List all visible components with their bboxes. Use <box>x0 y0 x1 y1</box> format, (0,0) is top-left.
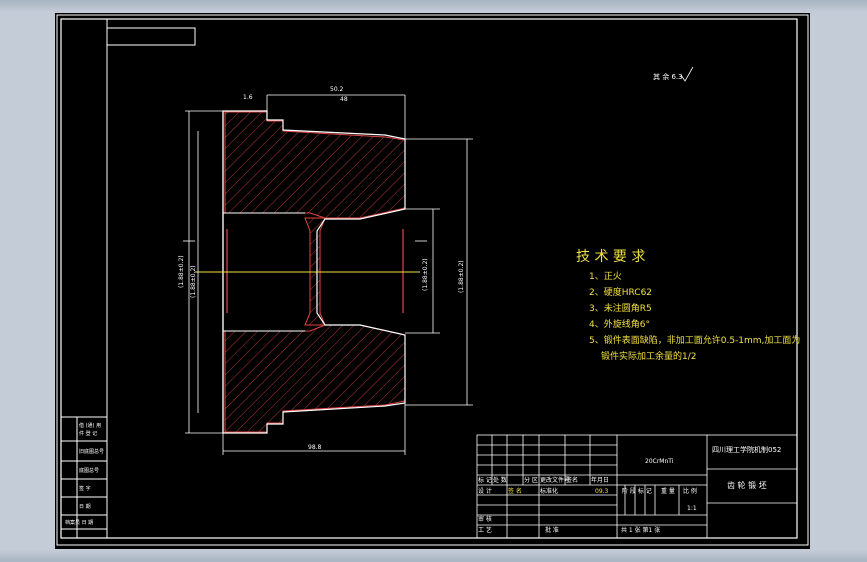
hdr-zone: 分 区 <box>524 476 538 484</box>
left-col-6: 日 期 <box>79 504 91 510</box>
drawing-sheet[interactable]: 借 (通) 用 件 登 记 旧底图总号 底图总号 签 字 日 期 档案员 日 期 <box>55 13 810 549</box>
left-col-7: 档案员 日 期 <box>65 519 93 526</box>
stage-mark: 阶 段 标 记 <box>622 487 652 495</box>
tech-title: 技 术 要 求 <box>576 249 645 265</box>
tech-requirements: 技 术 要 求 1、正火 2、硬度HRC62 3、未注圆角R5 4、外旋线角6°… <box>576 249 800 362</box>
tech-item-3: 3、未注圆角R5 <box>589 302 652 314</box>
hdr-mark: 标 记 <box>478 476 492 484</box>
left-col-5: 签 字 <box>79 485 91 492</box>
gear-blank-drawing: 借 (通) 用 件 登 记 旧底图总号 底图总号 签 字 日 期 档案员 日 期 <box>56 14 809 546</box>
dim-top-mid: 50.2 <box>330 86 344 93</box>
cad-viewport: 借 (通) 用 件 登 记 旧底图总号 底图总号 签 字 日 期 档案员 日 期 <box>0 0 867 562</box>
hdr-date: 年月日 <box>591 476 609 484</box>
dim-left-inner: (1.88±0.2) <box>190 265 197 298</box>
outer-frame <box>56 14 809 546</box>
tech-item-6: 锻件实际加工余量的1/2 <box>601 350 697 362</box>
code-box <box>106 27 196 46</box>
company: 四川理工学院机制052 <box>712 445 781 454</box>
part-name: 齿 轮 锻 坯 <box>727 480 767 490</box>
left-col-4: 底图总号 <box>79 467 99 474</box>
tech-item-4: 4、外旋线角6° <box>589 318 650 330</box>
stage-weight: 重 量 <box>661 487 675 495</box>
dim-left-outer: (1.88±0.2) <box>178 255 185 288</box>
stage-scale: 比 例 <box>683 487 697 495</box>
roughness-note: 其 余 6.3 <box>653 72 683 81</box>
approve: 批 准 <box>545 526 559 534</box>
row-design-sign: 签 名 <box>508 487 522 495</box>
hdr-count: 处 数 <box>493 476 507 484</box>
dim-right-inner: (1.88±0.2) <box>422 258 429 291</box>
title-block-text: 20CrMnTi 四川理工学院机制052 齿 轮 锻 坯 标 记 处 数 分 区… <box>478 445 781 534</box>
dim-top-left: 1.6 <box>243 94 253 101</box>
dim-right-outer: (1.88±0.2) <box>458 260 465 293</box>
left-col-3: 旧底图总号 <box>79 448 104 455</box>
lower-section <box>224 324 406 433</box>
left-col-2: 件 登 记 <box>79 430 97 437</box>
tech-item-5: 5、锻件表面缺陷，非加工面允许0.5-1mm,加工面为 <box>589 334 800 346</box>
row-std: 标准化 <box>540 487 558 495</box>
scale-value: 1:1 <box>687 505 697 512</box>
left-col-1: 借 (通) 用 <box>79 422 101 429</box>
tech-item-2: 2、硬度HRC62 <box>589 286 652 298</box>
roughness-icon <box>680 66 694 82</box>
sheet-info: 共 1 张 第1 张 <box>621 526 660 534</box>
inner-frame <box>60 18 798 539</box>
upper-section <box>224 111 406 219</box>
material: 20CrMnTi <box>645 458 674 465</box>
row-check: 审 核 <box>478 515 492 523</box>
row-design: 设 计 <box>478 487 492 495</box>
left-column: 借 (通) 用 件 登 记 旧底图总号 底图总号 签 字 日 期 档案员 日 期 <box>61 19 108 538</box>
design-date: 09.3 <box>595 488 609 495</box>
tech-item-1: 1、正火 <box>589 271 622 282</box>
dim-top-mid2: 48 <box>340 96 348 103</box>
hdr-sign: 签名 <box>566 476 578 484</box>
dim-bottom: 98.8 <box>308 444 322 451</box>
part-section <box>195 110 420 434</box>
row-process: 工 艺 <box>478 526 492 534</box>
